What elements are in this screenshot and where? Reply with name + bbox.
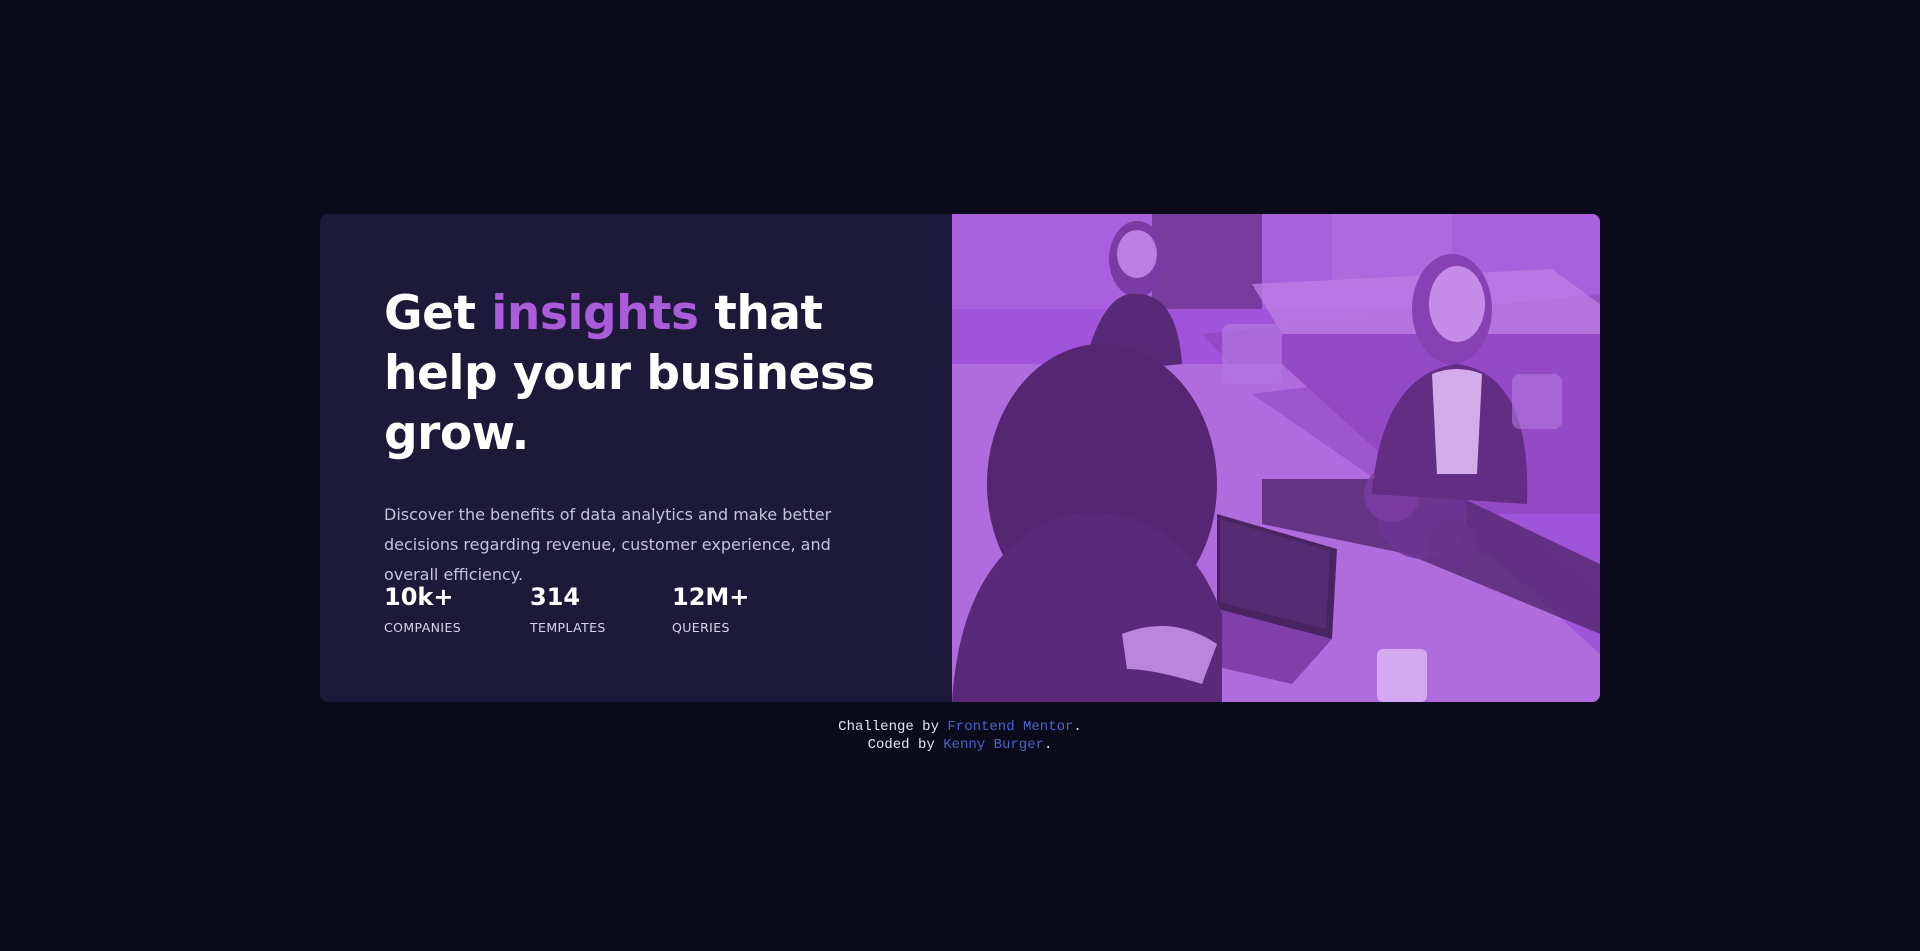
stat-value: 314 <box>530 583 581 611</box>
stat-value: 10k+ <box>384 583 454 611</box>
attribution-footer: Challenge by Frontend Mentor. Coded by K… <box>0 718 1920 754</box>
stat-companies: 10k+ COMPANIES <box>384 582 530 635</box>
office-people-illustration <box>952 214 1600 702</box>
title-start: Get <box>384 286 492 341</box>
challenge-prefix: Challenge by <box>838 719 948 735</box>
attribution-coded-line: Coded by Kenny Burger. <box>0 736 1920 754</box>
coded-prefix: Coded by <box>867 737 944 753</box>
author-link[interactable]: Kenny Burger <box>943 737 1044 753</box>
frontend-mentor-link[interactable]: Frontend Mentor <box>947 719 1073 735</box>
hero-description: Discover the benefits of data analytics … <box>384 505 832 584</box>
header-image <box>952 214 1600 702</box>
stats-preview-card: Get insights that help your business gro… <box>320 214 1600 702</box>
challenge-suffix: . <box>1073 719 1082 735</box>
stat-templates: 314 TEMPLATES <box>530 582 672 635</box>
coded-suffix: . <box>1044 737 1053 753</box>
stats-row: 10k+ COMPANIES 314 TEMPLATES 12M+ QUERIE… <box>384 582 792 635</box>
stat-label: COMPANIES <box>384 620 462 635</box>
attribution-challenge-line: Challenge by Frontend Mentor. <box>0 718 1920 736</box>
stat-queries: 12M+ QUERIES <box>672 582 792 635</box>
card-text-panel: Get insights that help your business gro… <box>320 214 952 702</box>
stat-label: TEMPLATES <box>530 620 606 635</box>
stat-value: 12M+ <box>672 583 750 611</box>
page-title: Get insights that help your business gro… <box>384 284 924 464</box>
stat-label: QUERIES <box>672 620 730 635</box>
title-accent-word: insights <box>491 286 699 341</box>
